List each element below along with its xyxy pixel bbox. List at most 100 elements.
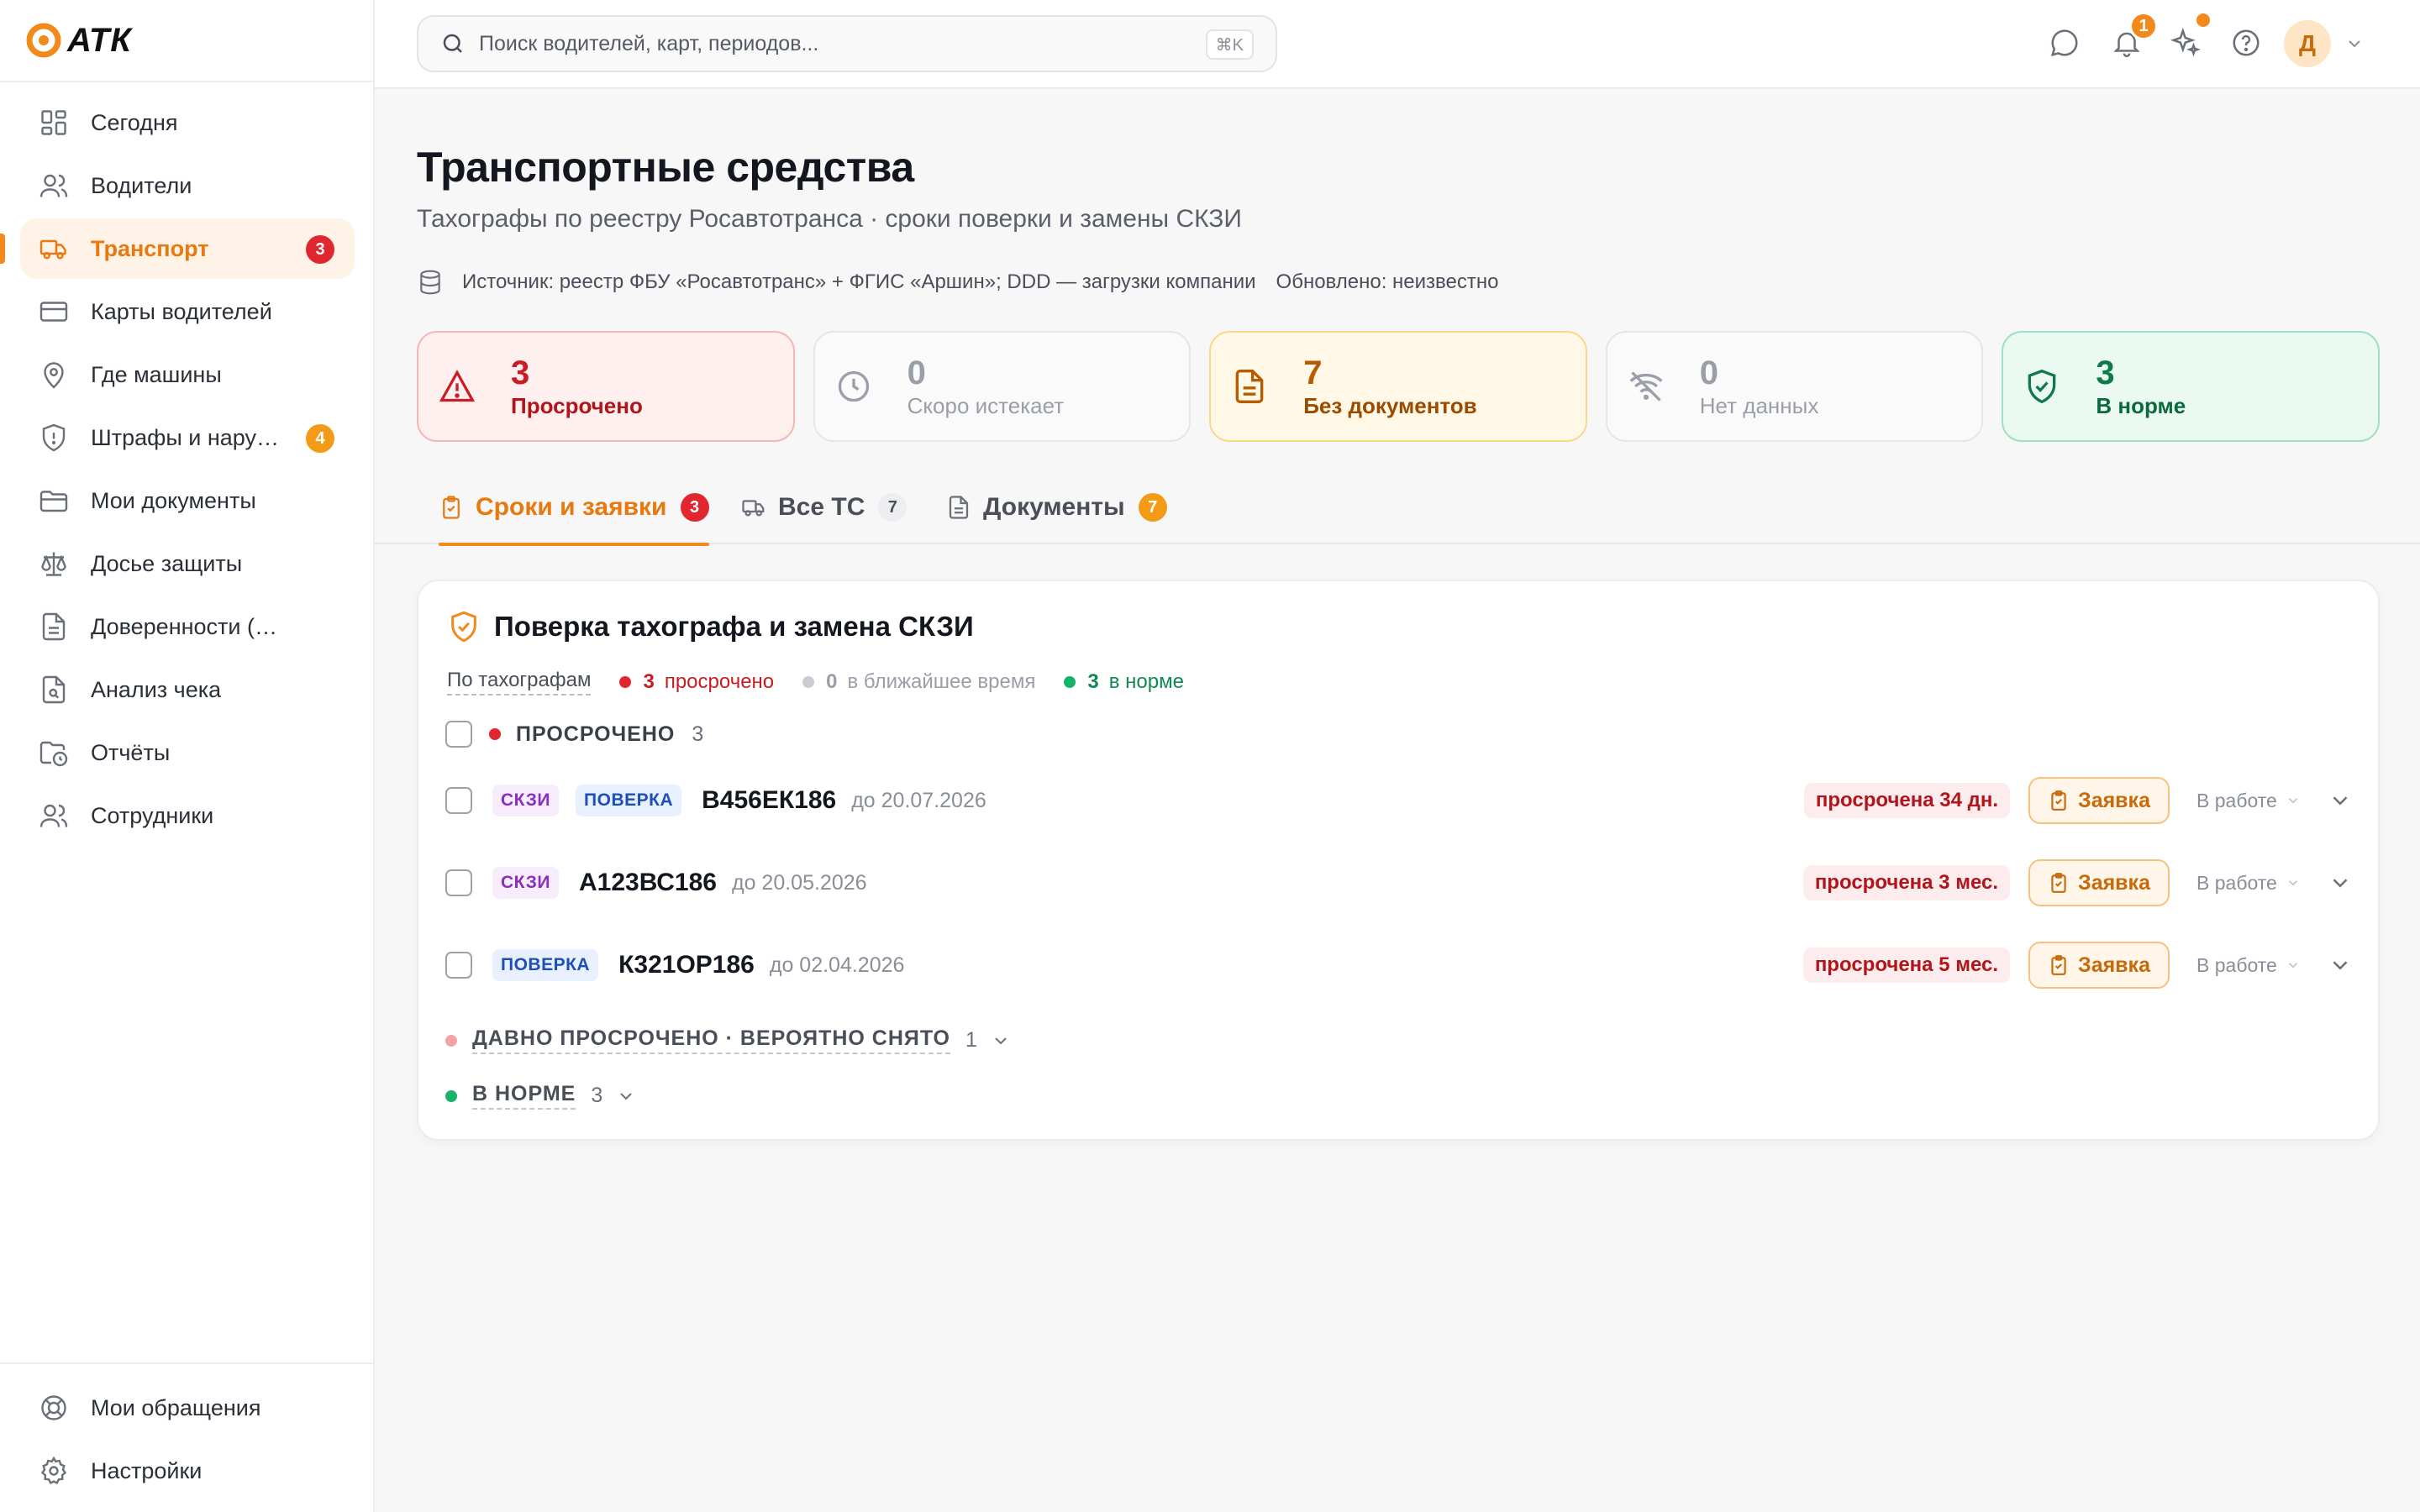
sidebar-item-label: Транспорт [91, 235, 209, 261]
tab-all-vehicles[interactable]: Все ТС 7 [741, 470, 908, 544]
status-select[interactable]: В работе [2196, 790, 2311, 812]
stat-label: Просрочено [511, 392, 643, 418]
users-icon [39, 804, 68, 827]
request-button[interactable]: Заявка [2028, 942, 2170, 989]
count-badge: 4 [306, 424, 334, 453]
avatar[interactable]: Д [2284, 20, 2331, 67]
sidebar-item-label: Мои обращения [91, 1394, 261, 1420]
tag-skzi: СКЗИ [492, 785, 560, 816]
expand-chevron-icon[interactable] [2328, 953, 2353, 978]
updated-text: Обновлено: неизвестно [1276, 270, 1499, 293]
sidebar-item-transport[interactable]: Транспорт 3 [0, 218, 355, 279]
status-value: В работе [2196, 953, 2277, 976]
search-input[interactable]: Поиск водителей, карт, периодов... ⌘K [417, 15, 1277, 72]
request-button-label: Заявка [2078, 953, 2150, 977]
vehicle-plate[interactable]: А123ВС186 [579, 869, 717, 897]
expand-chevron-icon[interactable] [2328, 870, 2353, 895]
count-badge: 3 [306, 235, 334, 264]
stat-card-no-data[interactable]: 0 Нет данных [1605, 331, 1984, 442]
sidebar-item-fines[interactable]: Штрафы и нару… 4 [20, 407, 355, 468]
group-count: 3 [692, 722, 704, 746]
vehicle-plate[interactable]: В456ЕК186 [702, 786, 836, 815]
sidebar-item-label: Сотрудники [91, 802, 214, 828]
sidebar-item-employees[interactable]: Сотрудники [20, 785, 355, 846]
request-button[interactable]: Заявка [2028, 777, 2170, 824]
filter-count: 0 [826, 670, 838, 693]
chevron-down-icon[interactable] [2344, 34, 2365, 54]
document-icon [1235, 370, 1264, 403]
select-all-checkbox[interactable] [445, 721, 472, 748]
tab-count-badge: 7 [878, 493, 908, 522]
filter-ok[interactable]: 3 в норме [1064, 670, 1184, 694]
sidebar-item-today[interactable]: Сегодня [20, 92, 355, 153]
active-indicator [0, 234, 5, 264]
group-count: 1 [965, 1028, 977, 1052]
shield-check-icon [2028, 369, 2056, 404]
tab-documents[interactable]: Документы 7 [946, 470, 1167, 544]
stat-label: В норме [2096, 392, 2186, 418]
vehicle-plate[interactable]: К321ОР186 [618, 951, 755, 979]
search-icon [443, 34, 462, 53]
tab-label: Сроки и заявки [476, 493, 667, 521]
stat-card-expiring-soon[interactable]: 0 Скоро истекает [813, 331, 1192, 442]
sidebar-item-power-of-attorney[interactable]: Доверенности (МЧД) [20, 596, 355, 657]
status-select[interactable]: В работе [2196, 954, 2311, 977]
stat-card-ok[interactable]: 3 В норме [2002, 331, 2380, 442]
chat-icon[interactable] [2049, 27, 2081, 59]
table-row: СКЗИ ПОВЕРКА В456ЕК186 до 20.07.2026 про… [445, 771, 2353, 830]
row-checkbox[interactable] [445, 787, 472, 814]
sidebar-item-label: Мои документы [91, 487, 256, 513]
sidebar-item-my-requests[interactable]: Мои обращения [20, 1378, 355, 1438]
folder-icon [39, 491, 68, 512]
row-checkbox[interactable] [445, 952, 472, 979]
request-button-label: Заявка [2078, 870, 2150, 895]
clipboard-check-icon [2051, 873, 2066, 893]
gear-icon [40, 1456, 67, 1484]
filter-overdue[interactable]: 3 просрочено [619, 670, 774, 694]
group-name: В НОРМЕ [472, 1082, 576, 1110]
due-date: до 20.05.2026 [731, 870, 867, 895]
sidebar-item-reports[interactable]: Отчёты [20, 722, 355, 783]
request-button[interactable]: Заявка [2028, 859, 2170, 906]
status-dot [445, 1089, 457, 1102]
filter-upcoming[interactable]: 0 в ближайшее время [802, 670, 1035, 694]
sidebar-item-my-documents[interactable]: Мои документы [20, 470, 355, 531]
stat-card-overdue[interactable]: 3 Просрочено [417, 331, 795, 442]
sidebar-item-drivers[interactable]: Водители [20, 155, 355, 216]
truck-icon [742, 500, 765, 517]
filter-label: в норме [1108, 670, 1184, 693]
sparkles-icon[interactable] [2170, 27, 2202, 59]
sidebar-item-settings[interactable]: Настройки [20, 1441, 355, 1501]
overdue-badge: просрочена 34 дн. [1803, 783, 2010, 818]
wifi-off-icon [1629, 371, 1663, 402]
new-indicator-dot [2196, 13, 2210, 27]
expand-chevron-icon[interactable] [2328, 788, 2353, 813]
sidebar-item-where-vehicles[interactable]: Где машины [20, 344, 355, 405]
card-title: Поверка тахографа и замена СКЗИ [494, 611, 974, 642]
group-long-overdue[interactable]: ДАВНО ПРОСРОЧЕНО · ВЕРОЯТНО СНЯТО 1 [445, 1026, 1011, 1054]
sidebar-item-driver-cards[interactable]: Карты водителей [20, 281, 355, 342]
stat-card-no-documents[interactable]: 7 Без документов [1209, 331, 1587, 442]
status-dot [489, 728, 501, 740]
app-logo[interactable]: АТК [25, 22, 132, 59]
group-count: 3 [591, 1084, 603, 1107]
status-select[interactable]: В работе [2196, 872, 2311, 895]
group-name: ПРОСРОЧЕНО [516, 722, 676, 746]
search-placeholder: Поиск водителей, карт, периодов... [479, 31, 819, 55]
tab-deadlines-requests[interactable]: Сроки и заявки 3 [439, 470, 709, 546]
folder-clock-icon [39, 741, 68, 767]
sidebar-item-receipt-analysis[interactable]: Анализ чека [20, 659, 355, 720]
notifications-badge: 1 [2129, 12, 2158, 40]
status-dot [619, 676, 632, 688]
logo-mark-icon [26, 23, 61, 58]
group-by-toggle[interactable]: По тахографам [447, 669, 592, 696]
divider [0, 1362, 373, 1364]
clipboard-check-icon [443, 496, 460, 519]
overdue-badge: просрочена 3 мес. [1802, 865, 2010, 900]
sidebar-item-label: Штрафы и нару… [91, 424, 279, 450]
sidebar-item-defense-dossier[interactable]: Досье защиты [20, 533, 355, 594]
row-checkbox[interactable] [445, 869, 472, 896]
help-icon[interactable] [2230, 27, 2262, 59]
divider [0, 81, 373, 82]
group-ok[interactable]: В НОРМЕ 3 [445, 1082, 636, 1110]
